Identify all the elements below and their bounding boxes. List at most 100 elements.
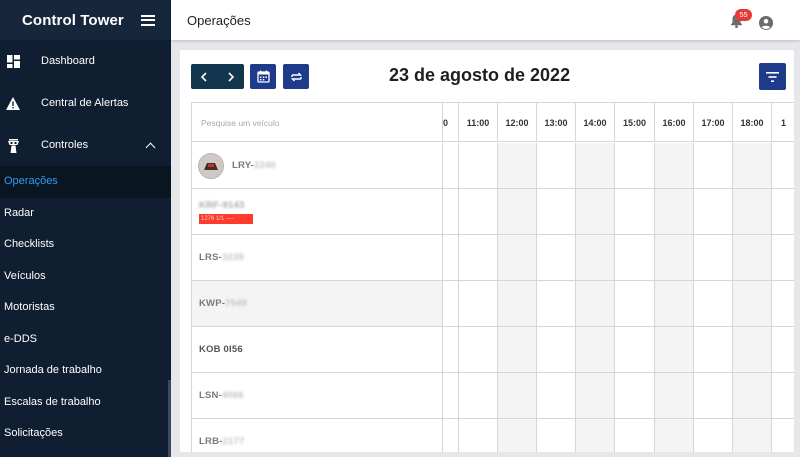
timeline-cell[interactable] xyxy=(443,419,458,452)
timeline-cell[interactable] xyxy=(771,373,794,418)
timeline-cell[interactable] xyxy=(497,419,536,452)
timeline-cell[interactable] xyxy=(732,373,771,418)
hamburger-menu-icon[interactable] xyxy=(141,14,155,26)
sidebar-subitem-motoristas[interactable]: Motoristas xyxy=(0,292,171,324)
timeline-cell[interactable] xyxy=(732,143,771,188)
sidebar-subitem-e-dds[interactable]: e-DDS xyxy=(0,324,171,356)
sidebar-subitem-veiculos[interactable]: Veículos xyxy=(0,261,171,293)
timeline-cell[interactable] xyxy=(771,281,794,326)
timeline-cell[interactable] xyxy=(458,189,497,234)
timeline-cell[interactable] xyxy=(575,189,614,234)
hour-header: 14:00 xyxy=(575,103,614,142)
sidebar-item-controles[interactable]: Controles xyxy=(0,124,171,166)
timeline-cell[interactable] xyxy=(614,419,654,452)
swap-button[interactable] xyxy=(283,64,309,89)
timeline-cell[interactable] xyxy=(458,419,497,452)
timeline-cell[interactable] xyxy=(614,143,654,188)
timeline-cell[interactable] xyxy=(654,143,693,188)
timeline-cell[interactable] xyxy=(654,281,693,326)
timeline-cell[interactable] xyxy=(614,189,654,234)
sidebar-subitem-checklists[interactable]: Checklists xyxy=(0,229,171,261)
filter-button[interactable] xyxy=(759,63,786,90)
timeline-cell[interactable] xyxy=(536,189,575,234)
timeline-cell[interactable] xyxy=(732,235,771,280)
previous-day-button[interactable] xyxy=(191,64,218,89)
next-day-button[interactable] xyxy=(218,64,245,89)
timeline-cell[interactable] xyxy=(443,281,458,326)
vehicle-cell[interactable]: LRB-2177 xyxy=(192,419,443,452)
vehicle-cell[interactable]: KOB 0I56 xyxy=(192,327,443,372)
sidebar-item-dashboard[interactable]: Dashboard xyxy=(0,40,171,82)
timeline-cell[interactable] xyxy=(654,235,693,280)
timeline-cell[interactable] xyxy=(536,281,575,326)
vehicle-cell[interactable]: KRF-9143 1276 1/1 ---- xyxy=(192,189,443,234)
vehicle-cell[interactable]: LSN-4066 xyxy=(192,373,443,418)
timeline-cell[interactable] xyxy=(443,327,458,372)
timeline-cell[interactable] xyxy=(443,373,458,418)
timeline-cell[interactable] xyxy=(497,281,536,326)
timeline-cell[interactable] xyxy=(614,373,654,418)
timeline-cell[interactable] xyxy=(732,281,771,326)
timeline-cell[interactable] xyxy=(536,327,575,372)
vehicle-cell[interactable]: LRY-2240 xyxy=(192,143,443,188)
timeline-cell[interactable] xyxy=(458,143,497,188)
timeline-cell[interactable] xyxy=(614,281,654,326)
timeline-cell[interactable] xyxy=(771,327,794,372)
timeline-cell[interactable] xyxy=(771,189,794,234)
user-account-icon[interactable] xyxy=(759,16,773,30)
timeline-cell[interactable] xyxy=(536,373,575,418)
timeline-cell[interactable] xyxy=(536,143,575,188)
timeline-cell[interactable] xyxy=(771,143,794,188)
timeline-cell[interactable] xyxy=(732,189,771,234)
timeline-cell[interactable] xyxy=(443,189,458,234)
timeline-cell[interactable] xyxy=(693,143,732,188)
timeline-cell[interactable] xyxy=(458,327,497,372)
timeline-cell[interactable] xyxy=(654,419,693,452)
sidebar-subitem-operacoes[interactable]: Operações xyxy=(0,166,171,198)
timeline-cell[interactable] xyxy=(575,419,614,452)
timeline-cell[interactable] xyxy=(732,419,771,452)
timeline-cell[interactable] xyxy=(458,235,497,280)
timeline-cell[interactable] xyxy=(497,143,536,188)
calendar-button[interactable] xyxy=(250,64,276,89)
timeline-cell[interactable] xyxy=(497,373,536,418)
timeline-cell[interactable] xyxy=(575,235,614,280)
timeline-cell[interactable] xyxy=(575,327,614,372)
timeline-cell[interactable] xyxy=(693,373,732,418)
timeline-cell[interactable] xyxy=(732,327,771,372)
timeline-cell[interactable] xyxy=(536,419,575,452)
sidebar-scrollbar[interactable] xyxy=(168,380,171,457)
timeline-cell[interactable] xyxy=(771,419,794,452)
vehicle-cell[interactable]: KWP-7549 xyxy=(192,281,443,326)
sidebar-subitem-solicitacoes[interactable]: Solicitações xyxy=(0,418,171,450)
timeline-cell[interactable] xyxy=(443,235,458,280)
timeline-cell[interactable] xyxy=(693,189,732,234)
timeline-cell[interactable] xyxy=(693,235,732,280)
timeline-cell[interactable] xyxy=(497,235,536,280)
timeline-cell[interactable] xyxy=(575,373,614,418)
timeline-cell[interactable] xyxy=(443,143,458,188)
timeline-cell[interactable] xyxy=(693,419,732,452)
vehicle-search-cell xyxy=(192,103,443,142)
timeline-cell[interactable] xyxy=(654,327,693,372)
timeline-cell[interactable] xyxy=(693,327,732,372)
timeline-cell[interactable] xyxy=(497,327,536,372)
timeline-cell[interactable] xyxy=(614,327,654,372)
timeline-cell[interactable] xyxy=(536,235,575,280)
sidebar-subitem-radar[interactable]: Radar xyxy=(0,198,171,230)
timeline-cell[interactable] xyxy=(458,373,497,418)
timeline-cell[interactable] xyxy=(575,281,614,326)
timeline-cell[interactable] xyxy=(771,235,794,280)
timeline-cell[interactable] xyxy=(693,281,732,326)
vehicle-search-input[interactable] xyxy=(201,117,431,128)
timeline-cell[interactable] xyxy=(575,143,614,188)
timeline-cell[interactable] xyxy=(458,281,497,326)
sidebar-subitem-escalas-de-trabalho[interactable]: Escalas de trabalho xyxy=(0,387,171,419)
vehicle-cell[interactable]: LRS-3239 xyxy=(192,235,443,280)
timeline-cell[interactable] xyxy=(654,189,693,234)
sidebar-subitem-jornada-de-trabalho[interactable]: Jornada de trabalho xyxy=(0,355,171,387)
timeline-cell[interactable] xyxy=(497,189,536,234)
timeline-cell[interactable] xyxy=(614,235,654,280)
sidebar-item-central-de-alertas[interactable]: Central de Alertas xyxy=(0,82,171,124)
timeline-cell[interactable] xyxy=(654,373,693,418)
